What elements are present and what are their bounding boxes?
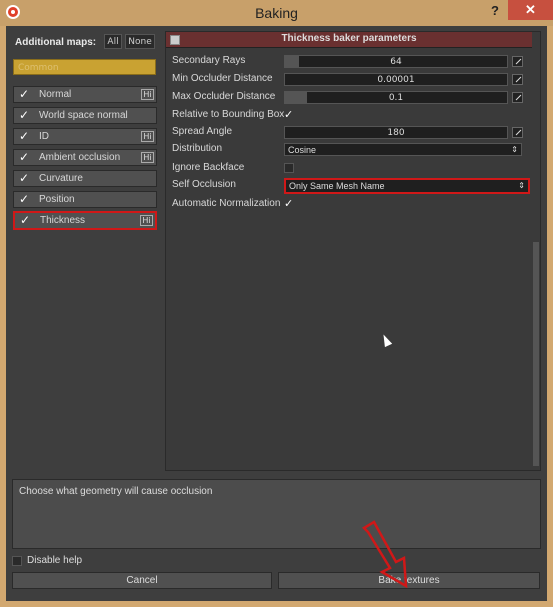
map-label: Normal	[39, 89, 72, 100]
self-occlusion-select[interactable]: Only Same Mesh Name ⇕	[284, 178, 530, 194]
checkbox-checked-icon[interactable]: ✓	[20, 214, 31, 226]
all-button[interactable]: All	[104, 34, 122, 49]
scrollbar-thumb[interactable]	[533, 242, 539, 466]
distribution-value: Cosine	[288, 145, 317, 155]
ignore-backface-label: Ignore Backface	[172, 162, 245, 173]
map-label: Curvature	[39, 173, 83, 184]
baking-window: Baking ? ✕ Additional maps: All None Com…	[0, 0, 553, 607]
max-occluder-slider[interactable]: 0.1	[284, 91, 508, 104]
edit-pencil-icon[interactable]	[512, 92, 523, 103]
secondary-rays-label: Secondary Rays	[172, 55, 246, 66]
secondary-rays-slider[interactable]: 64	[284, 55, 508, 68]
none-button[interactable]: None	[125, 34, 155, 49]
relative-bbox-checkbox[interactable]: ✓	[284, 109, 294, 120]
max-occluder-label: Max Occluder Distance	[172, 91, 276, 102]
help-text: Choose what geometry will cause occlusio…	[19, 486, 213, 497]
map-label: Thickness	[40, 215, 86, 226]
disable-help-checkbox[interactable]	[12, 556, 22, 566]
edit-pencil-icon[interactable]	[512, 56, 523, 67]
title-bar: Baking ? ✕	[0, 0, 553, 26]
parameters-header-title: Thickness baker parameters	[281, 33, 417, 44]
min-occluder-label: Min Occluder Distance	[172, 73, 273, 84]
map-label: Ambient occlusion	[39, 152, 121, 163]
map-label: Position	[39, 194, 75, 205]
distribution-label: Distribution	[172, 143, 223, 154]
map-item-world-space-normal[interactable]: ✓ World space normal	[13, 107, 157, 124]
checkbox-checked-icon[interactable]: ✓	[19, 88, 30, 100]
dialog-body: Additional maps: All None Common ✓ Norma…	[6, 26, 547, 601]
slider-handle[interactable]	[285, 92, 307, 103]
distribution-select[interactable]: Cosine ⇕	[284, 143, 522, 156]
disable-help-toggle[interactable]: Disable help	[12, 555, 172, 569]
close-button[interactable]: ✕	[508, 0, 553, 20]
select-arrow-icon: ⇕	[511, 145, 518, 154]
hi-toggle[interactable]: Hi	[141, 89, 154, 100]
parameters-scrollbar[interactable]	[532, 48, 540, 468]
secondary-rays-value: 64	[390, 57, 402, 67]
min-occluder-field[interactable]: 0.00001	[284, 73, 508, 86]
self-occlusion-value: Only Same Mesh Name	[289, 181, 385, 191]
edit-pencil-icon[interactable]	[512, 74, 523, 85]
slider-handle[interactable]	[285, 56, 299, 67]
spread-angle-label: Spread Angle	[172, 126, 233, 137]
checkbox-checked-icon[interactable]: ✓	[19, 151, 30, 163]
self-occlusion-label: Self Occlusion	[172, 179, 236, 190]
ignore-backface-checkbox[interactable]	[284, 163, 294, 173]
parameters-header[interactable]: Thickness baker parameters	[166, 32, 532, 48]
hi-toggle[interactable]: Hi	[140, 215, 153, 226]
map-item-ambient-occlusion[interactable]: ✓ Ambient occlusion Hi	[13, 149, 157, 166]
map-label: World space normal	[39, 110, 128, 121]
edit-pencil-icon[interactable]	[512, 127, 523, 138]
help-button[interactable]: ?	[486, 2, 504, 20]
annotation-arrow-icon	[361, 520, 408, 589]
map-item-position[interactable]: ✓ Position	[13, 191, 157, 208]
map-item-id[interactable]: ✓ ID Hi	[13, 128, 157, 145]
checkbox-checked-icon[interactable]: ✓	[19, 130, 30, 142]
hi-toggle[interactable]: Hi	[141, 131, 154, 142]
map-label: ID	[39, 131, 49, 142]
additional-maps-panel: Additional maps: All None Common ✓ Norma…	[12, 31, 162, 471]
map-item-curvature[interactable]: ✓ Curvature	[13, 170, 157, 187]
help-panel: Choose what geometry will cause occlusio…	[12, 479, 541, 549]
map-item-thickness[interactable]: ✓ Thickness Hi	[13, 211, 157, 230]
max-occluder-value: 0.1	[388, 93, 404, 103]
auto-normalization-label: Automatic Normalization	[172, 198, 281, 209]
auto-normalization-checkbox[interactable]: ✓	[284, 198, 294, 209]
cancel-button[interactable]: Cancel	[12, 572, 272, 589]
checkbox-checked-icon[interactable]: ✓	[19, 109, 30, 121]
hi-toggle[interactable]: Hi	[141, 152, 154, 163]
additional-maps-title: Additional maps:	[15, 37, 97, 48]
map-item-normal[interactable]: ✓ Normal Hi	[13, 86, 157, 103]
baker-parameters-panel: Thickness baker parameters Secondary Ray…	[165, 31, 541, 471]
checkbox-checked-icon[interactable]: ✓	[19, 193, 30, 205]
window-title: Baking	[255, 5, 298, 21]
select-arrow-icon: ⇕	[518, 181, 525, 190]
mouse-cursor-icon	[379, 332, 393, 348]
common-group[interactable]: Common	[13, 59, 156, 75]
spread-angle-field[interactable]: 180	[284, 126, 508, 139]
relative-bbox-label: Relative to Bounding Box	[172, 109, 285, 120]
disable-help-label: Disable help	[27, 555, 83, 566]
checkbox-checked-icon[interactable]: ✓	[19, 172, 30, 184]
